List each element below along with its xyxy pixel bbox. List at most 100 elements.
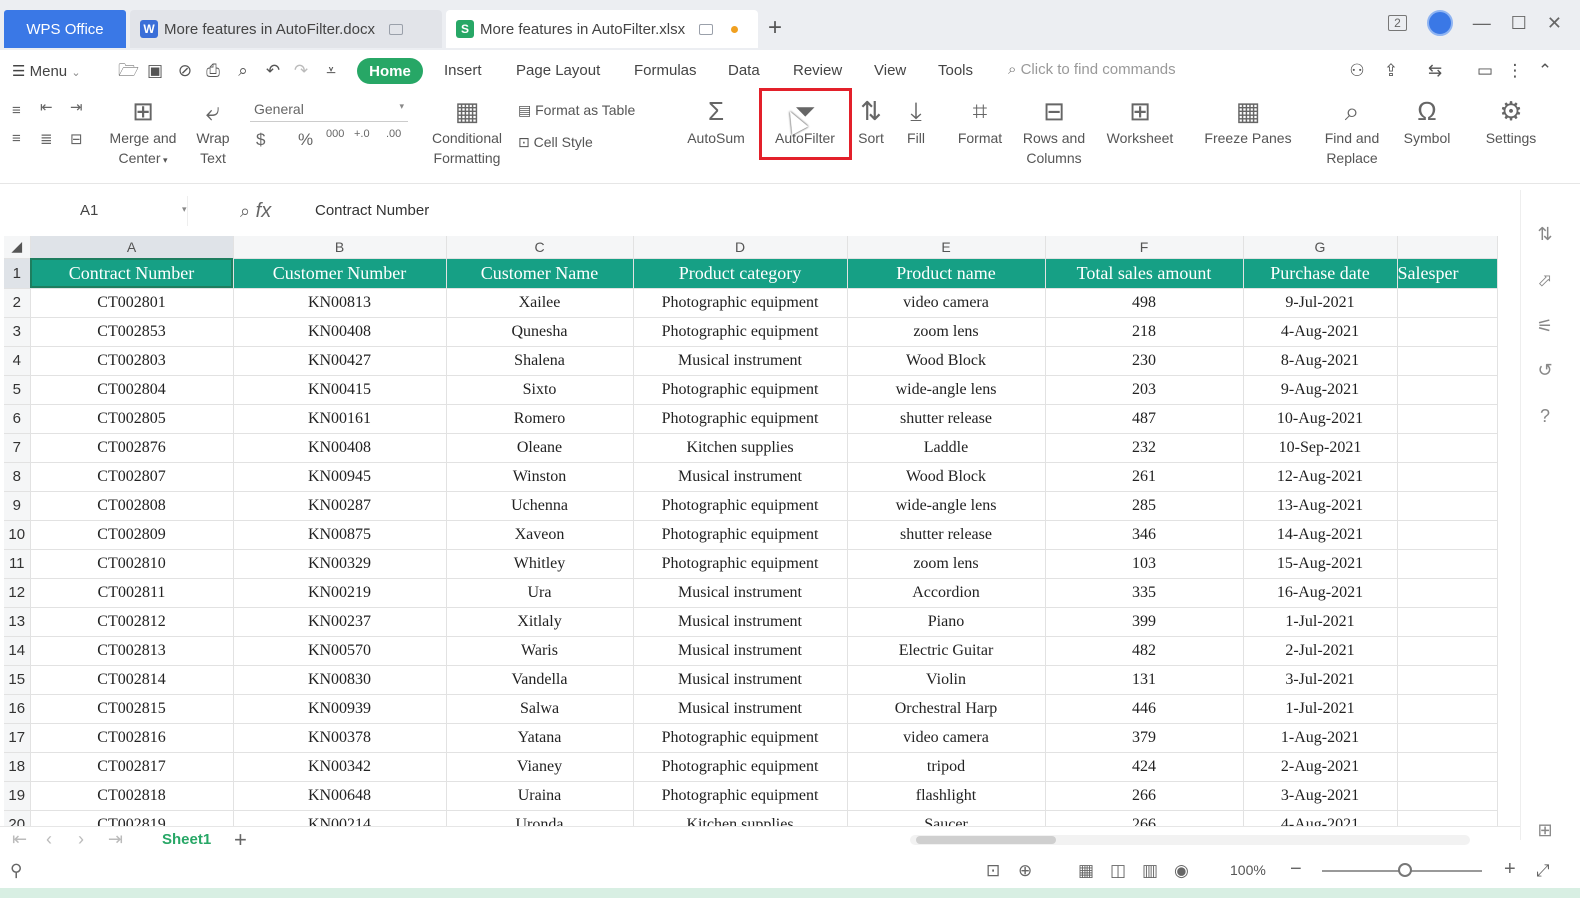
row-header[interactable]: 9 xyxy=(4,491,31,521)
table-cell[interactable]: 9-Jul-2021 xyxy=(1243,288,1398,318)
table-cell[interactable]: Musical instrument xyxy=(633,607,848,637)
select-all-corner[interactable]: ◢ xyxy=(4,236,31,259)
zoom-in-icon[interactable]: + xyxy=(1504,858,1516,881)
table-cell[interactable] xyxy=(1397,781,1498,811)
slider-settings-icon[interactable]: ⚟ xyxy=(1535,316,1555,336)
row-header[interactable]: 18 xyxy=(4,752,31,782)
table-cell[interactable]: Photographic equipment xyxy=(633,549,848,579)
table-cell[interactable]: 9-Aug-2021 xyxy=(1243,375,1398,405)
row-header[interactable]: 19 xyxy=(4,781,31,811)
more-options-icon[interactable]: ⋮ xyxy=(1506,62,1524,80)
indent-decrease-icon[interactable]: ⇤ xyxy=(40,98,53,116)
tab-formulas[interactable]: Formulas xyxy=(634,62,697,79)
currency-icon[interactable]: $ xyxy=(256,130,265,150)
table-cell[interactable]: Photographic equipment xyxy=(633,375,848,405)
row-header[interactable]: 4 xyxy=(4,346,31,376)
table-cell[interactable]: KN00287 xyxy=(233,491,447,521)
row-header[interactable]: 11 xyxy=(4,549,31,579)
help-icon[interactable]: ? xyxy=(1535,406,1555,426)
row-header[interactable]: 20 xyxy=(4,810,31,826)
table-cell[interactable] xyxy=(1397,607,1498,637)
header-cell[interactable]: Customer Name xyxy=(446,258,634,289)
table-cell[interactable]: 424 xyxy=(1045,752,1244,782)
autosum-button[interactable]: Σ AutoSum xyxy=(680,94,752,148)
comment-icon[interactable]: ▭ xyxy=(1476,62,1494,80)
eye-protection-icon[interactable]: ◉ xyxy=(1174,861,1189,881)
table-cell[interactable]: 232 xyxy=(1045,433,1244,463)
table-cell[interactable]: 14-Aug-2021 xyxy=(1243,520,1398,550)
table-cell[interactable]: 13-Aug-2021 xyxy=(1243,491,1398,521)
table-cell[interactable]: Whitley xyxy=(446,549,634,579)
open-folder-icon[interactable]: 🗁 xyxy=(118,62,139,80)
table-cell[interactable]: Waris xyxy=(446,636,634,666)
table-cell[interactable]: Photographic equipment xyxy=(633,404,848,434)
table-cell[interactable]: 12-Aug-2021 xyxy=(1243,462,1398,492)
table-cell[interactable] xyxy=(1397,462,1498,492)
zoom-level[interactable]: 100% xyxy=(1230,862,1266,878)
table-cell[interactable]: CT002876 xyxy=(30,433,234,463)
format-painter-icon[interactable]: ⊘ xyxy=(176,62,194,80)
tab-page-layout[interactable]: Page Layout xyxy=(516,62,600,79)
table-cell[interactable]: 399 xyxy=(1045,607,1244,637)
row-header[interactable]: 10 xyxy=(4,520,31,550)
table-cell[interactable]: Piano xyxy=(847,607,1046,637)
transfer-icon[interactable]: ⇅ xyxy=(1535,224,1555,244)
format-button[interactable]: ⌗ Format xyxy=(950,94,1010,148)
header-cell[interactable]: Salesper xyxy=(1397,258,1498,289)
table-cell[interactable]: CT002807 xyxy=(30,462,234,492)
table-cell[interactable]: wide-angle lens xyxy=(847,375,1046,405)
table-cell[interactable]: Qunesha xyxy=(446,317,634,347)
table-cell[interactable]: Saucer xyxy=(847,810,1046,826)
row-header[interactable]: 13 xyxy=(4,607,31,637)
table-cell[interactable]: 2-Jul-2021 xyxy=(1243,636,1398,666)
table-cell[interactable]: Salwa xyxy=(446,694,634,724)
table-cell[interactable]: 266 xyxy=(1045,810,1244,826)
collapse-ribbon-icon[interactable]: ⌃ xyxy=(1536,62,1554,80)
print-preview-icon[interactable]: ⌕ xyxy=(234,62,252,80)
table-cell[interactable]: KN00875 xyxy=(233,520,447,550)
table-cell[interactable]: KN00342 xyxy=(233,752,447,782)
select-cursor-icon[interactable]: ⬀ xyxy=(1535,270,1555,290)
find-replace-button[interactable]: ⌕ Find and Replace xyxy=(1316,94,1388,168)
table-cell[interactable]: Photographic equipment xyxy=(633,288,848,318)
table-cell[interactable]: 203 xyxy=(1045,375,1244,405)
table-cell[interactable]: Yatana xyxy=(446,723,634,753)
worksheet-button[interactable]: ⊞ Worksheet xyxy=(1098,94,1182,148)
table-cell[interactable]: KN00939 xyxy=(233,694,447,724)
table-cell[interactable]: video camera xyxy=(847,288,1046,318)
table-cell[interactable]: 131 xyxy=(1045,665,1244,695)
table-cell[interactable]: flashlight xyxy=(847,781,1046,811)
table-cell[interactable]: Vandella xyxy=(446,665,634,695)
print-icon[interactable]: ⎙ xyxy=(204,62,222,80)
cell-mode-icon[interactable]: ⊕ xyxy=(1018,861,1032,881)
header-cell[interactable]: Customer Number xyxy=(233,258,447,289)
header-cell[interactable]: Total sales amount xyxy=(1045,258,1244,289)
row-header[interactable]: 17 xyxy=(4,723,31,753)
table-cell[interactable]: Romero xyxy=(446,404,634,434)
window-count-icon[interactable]: 2 xyxy=(1388,15,1407,31)
table-cell[interactable] xyxy=(1397,404,1498,434)
zoom-slider-handle[interactable] xyxy=(1398,863,1412,877)
row-header[interactable]: 2 xyxy=(4,288,31,318)
table-cell[interactable]: KN00415 xyxy=(233,375,447,405)
table-cell[interactable]: 335 xyxy=(1045,578,1244,608)
row-header[interactable]: 7 xyxy=(4,433,31,463)
table-cell[interactable]: 487 xyxy=(1045,404,1244,434)
table-cell[interactable]: KN00648 xyxy=(233,781,447,811)
table-cell[interactable] xyxy=(1397,665,1498,695)
row-header[interactable]: 12 xyxy=(4,578,31,608)
wrap-text-button[interactable]: ⤶ Wrap Text xyxy=(188,94,238,168)
horizontal-scrollbar[interactable] xyxy=(910,835,1470,845)
freeze-panes-button[interactable]: ▦ Freeze Panes xyxy=(1198,94,1298,148)
table-cell[interactable]: KN00378 xyxy=(233,723,447,753)
percent-button[interactable]: % xyxy=(298,130,313,150)
customize-toolbar-icon[interactable]: ⩡ xyxy=(322,62,340,80)
row-header[interactable]: 1 xyxy=(4,258,31,289)
row-header[interactable]: 8 xyxy=(4,462,31,492)
page-layout-view-icon[interactable]: ▥ xyxy=(1142,861,1158,881)
settings-button[interactable]: ⚙ Settings xyxy=(1476,94,1546,148)
table-cell[interactable]: Uronda xyxy=(446,810,634,826)
table-cell[interactable]: Xitlaly xyxy=(446,607,634,637)
table-cell[interactable]: KN00329 xyxy=(233,549,447,579)
table-cell[interactable]: CT002815 xyxy=(30,694,234,724)
